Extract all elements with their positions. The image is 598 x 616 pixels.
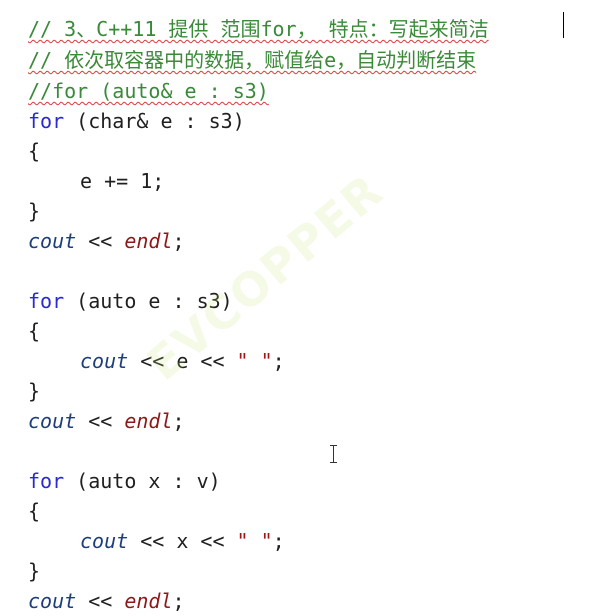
code-text: (char& e : s3) <box>64 109 245 133</box>
string-literal: " " <box>236 349 273 373</box>
keyword-for: for <box>28 109 65 133</box>
operator: << <box>76 229 125 253</box>
semicolon: ; <box>172 229 185 253</box>
semicolon: ; <box>172 589 185 613</box>
text-caret <box>563 12 564 38</box>
code-line-4: for (char& e : s3) <box>28 106 245 136</box>
code-line-16: for (auto x : v) <box>28 466 221 496</box>
code-line-17: { <box>28 499 41 523</box>
identifier-cout: cout <box>28 229 77 253</box>
code-line-5: { <box>28 139 41 163</box>
code-line-3: //for (auto& e : s3) <box>28 79 269 103</box>
ibeam-cursor-icon <box>328 444 340 464</box>
code-line-2: // 依次取容器中的数据，赋值给e，自动判断结束 <box>28 48 477 72</box>
code-line-18: cout << x << " "; <box>80 526 285 556</box>
code-line-13: } <box>28 379 41 403</box>
code-text: << x << <box>128 529 237 553</box>
code-line-1: // 3、C++11 提供 范围for， 特点：写起来简洁 <box>28 17 489 41</box>
code-editor[interactable]: // 3、C++11 提供 范围for， 特点：写起来简洁 // 依次取容器中的… <box>0 0 598 616</box>
identifier-endl: endl <box>124 589 173 613</box>
identifier-cout: cout <box>28 409 77 433</box>
keyword-for: for <box>28 289 65 313</box>
code-line-8: cout << endl; <box>28 226 185 256</box>
code-text: (auto x : v) <box>64 469 221 493</box>
code-line-20: cout << endl; <box>28 586 185 616</box>
operator: << <box>76 589 125 613</box>
code-line-11: { <box>28 319 41 343</box>
operator: << <box>76 409 125 433</box>
code-line-7: } <box>28 199 41 223</box>
semicolon: ; <box>272 529 285 553</box>
keyword-for: for <box>28 469 65 493</box>
semicolon: ; <box>272 349 285 373</box>
identifier-cout: cout <box>28 589 77 613</box>
string-literal: " " <box>236 529 273 553</box>
semicolon: ; <box>172 409 185 433</box>
code-line-14: cout << endl; <box>28 406 185 436</box>
identifier-endl: endl <box>124 229 173 253</box>
code-line-19: } <box>28 559 41 583</box>
code-line-6: e += 1; <box>80 169 165 193</box>
identifier-cout: cout <box>80 349 129 373</box>
identifier-endl: endl <box>124 409 173 433</box>
identifier-cout: cout <box>80 529 129 553</box>
